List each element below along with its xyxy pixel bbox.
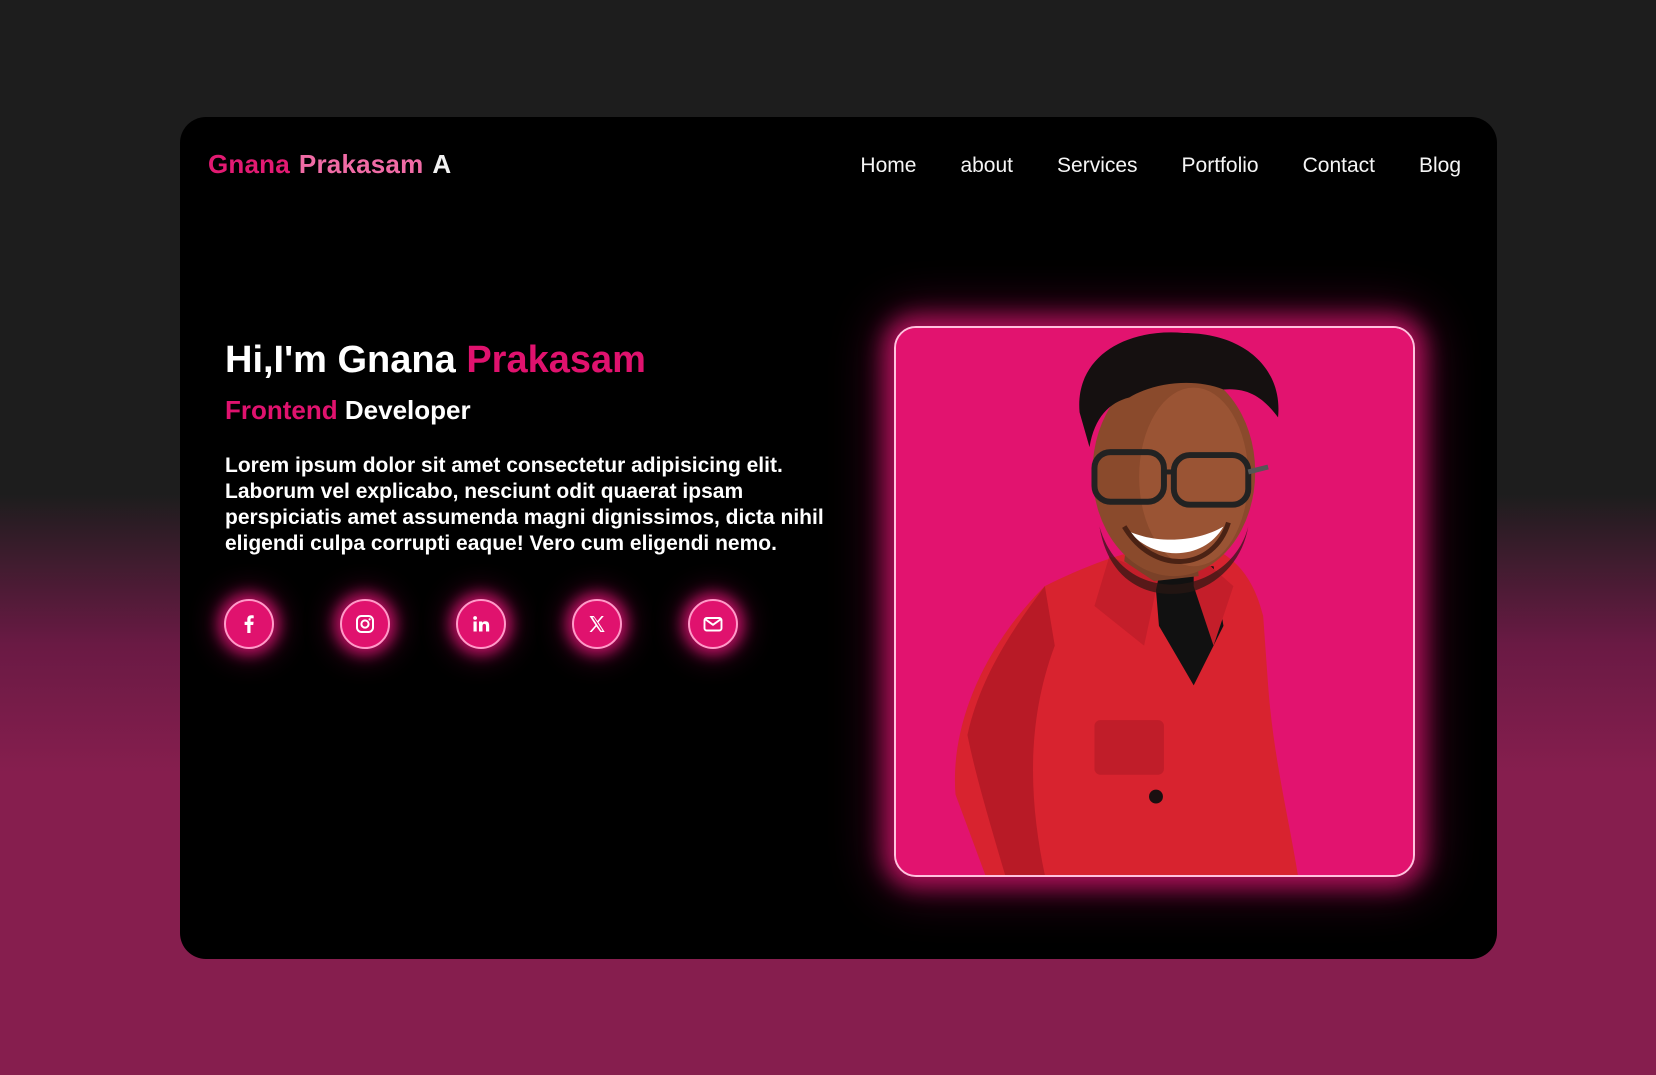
instagram-button[interactable] bbox=[340, 599, 390, 649]
main-nav: Home about Services Portfolio Contact Bl… bbox=[860, 154, 1461, 178]
logo-last-name: Prakasam bbox=[298, 149, 424, 179]
mail-icon bbox=[703, 617, 723, 632]
nav-portfolio[interactable]: Portfolio bbox=[1182, 154, 1259, 178]
nav-contact[interactable]: Contact bbox=[1303, 154, 1375, 178]
role-highlight: Frontend bbox=[225, 395, 338, 425]
logo-first-name: Gnana bbox=[208, 149, 290, 179]
hero-highlight-name: Prakasam bbox=[466, 339, 646, 381]
nav-blog[interactable]: Blog bbox=[1419, 154, 1461, 178]
hero-card: Gnana Prakasam A Home about Services Por… bbox=[180, 117, 1497, 959]
social-links bbox=[224, 599, 738, 649]
hero-title: Hi,I'm Gnana Prakasam bbox=[225, 339, 646, 382]
hero-role: Frontend Developer bbox=[225, 395, 471, 426]
facebook-button[interactable] bbox=[224, 599, 274, 649]
role-rest: Developer bbox=[344, 395, 471, 425]
instagram-icon bbox=[356, 615, 374, 633]
nav-home[interactable]: Home bbox=[860, 154, 916, 178]
facebook-icon bbox=[244, 615, 254, 633]
linkedin-button[interactable] bbox=[456, 599, 506, 649]
mail-button[interactable] bbox=[688, 599, 738, 649]
x-twitter-icon bbox=[589, 616, 605, 632]
hero-greeting: Hi,I'm Gnana bbox=[225, 339, 456, 381]
site-logo[interactable]: Gnana Prakasam A bbox=[208, 149, 451, 180]
person-portrait-icon bbox=[896, 328, 1413, 875]
profile-photo bbox=[894, 326, 1415, 877]
logo-initial: A bbox=[432, 149, 452, 179]
x-twitter-button[interactable] bbox=[572, 599, 622, 649]
nav-about[interactable]: about bbox=[960, 154, 1013, 178]
hero-description: Lorem ipsum dolor sit amet consectetur a… bbox=[225, 454, 824, 555]
linkedin-icon bbox=[473, 616, 490, 632]
nav-services[interactable]: Services bbox=[1057, 154, 1138, 178]
